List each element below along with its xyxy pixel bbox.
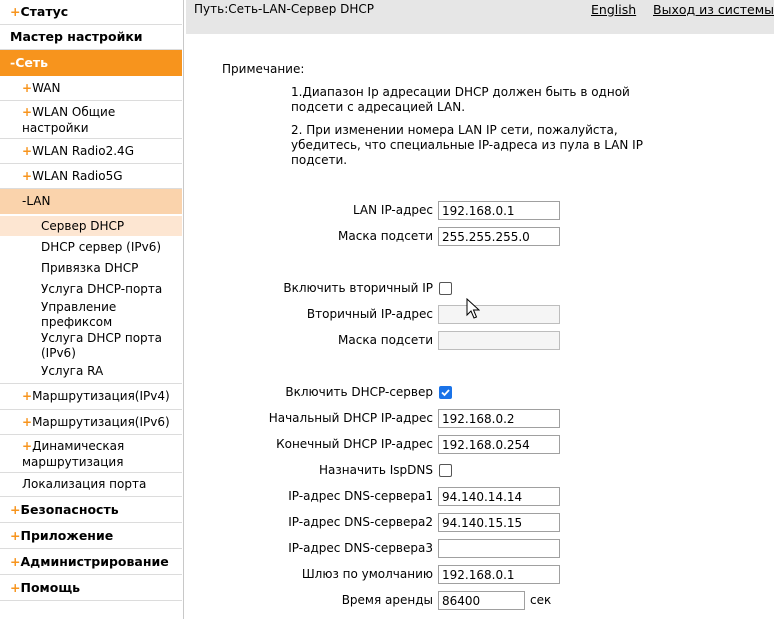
isp-dns-checkbox[interactable]	[439, 464, 452, 477]
lease-input[interactable]	[438, 591, 525, 610]
plus-icon: +	[10, 502, 21, 517]
plus-icon: +	[10, 528, 21, 543]
plus-icon: +	[22, 389, 33, 403]
mask-label: Маска подсети	[338, 229, 433, 243]
dhcp-enable-checkbox[interactable]	[439, 386, 452, 399]
plus-icon: +	[10, 554, 21, 569]
sidebar-item-dhcp-ipv6[interactable]: DHCP сервер (IPv6)	[0, 237, 182, 257]
dns3-label: IP-адрес DNS-сервера3	[288, 541, 433, 555]
sidebar-item-wan[interactable]: +WAN	[0, 76, 182, 101]
isp-dns-label: Назначить IspDNS	[319, 463, 433, 477]
dhcp-enable-label: Включить DHCP-сервер	[285, 385, 433, 399]
sidebar-item-dynamic-routing[interactable]: +Динамическая маршрутизация	[0, 435, 182, 473]
sidebar-menu: +Статус Мастер настройки -Сеть +WAN +WLA…	[0, 0, 184, 619]
mouse-cursor-icon	[466, 298, 480, 319]
secondary-ip-label: Вторичный IP-адрес	[306, 307, 433, 321]
sidebar-item-routing-ipv4[interactable]: +Маршрутизация(IPv4)	[0, 384, 182, 410]
end-ip-input[interactable]	[438, 435, 560, 454]
sidebar-item-port-localization[interactable]: Локализация порта	[0, 473, 182, 497]
sidebar-item-wlan-5[interactable]: +WLAN Radio5G	[0, 164, 182, 189]
sidebar-item-dhcp-binding[interactable]: Привязка DHCP	[0, 258, 182, 278]
mask-input[interactable]	[438, 227, 560, 246]
dns2-input[interactable]	[438, 513, 560, 532]
dns1-label: IP-адрес DNS-сервера1	[288, 489, 433, 503]
secondary-mask-label: Маска подсети	[338, 333, 433, 347]
plus-icon: +	[22, 105, 33, 119]
sidebar-item-status[interactable]: +Статус	[0, 0, 182, 25]
start-ip-label: Начальный DHCP IP-адрес	[268, 411, 433, 425]
sidebar-item-wizard[interactable]: Мастер настройки	[0, 25, 182, 50]
sidebar-item-prefix[interactable]: Управление префиксом	[0, 300, 182, 331]
end-ip-label: Конечный DHCP IP-адрес	[276, 437, 433, 451]
secondary-ip-enable-label: Включить вторичный IP	[283, 281, 433, 295]
note-title: Примечание:	[222, 62, 305, 76]
sidebar-item-dhcp-port-ipv6[interactable]: Услуга DHCP порта (IPv6)	[0, 331, 182, 362]
secondary-ip-input[interactable]	[438, 305, 560, 324]
lease-label: Время аренды	[341, 593, 433, 607]
logout-link[interactable]: Выход из системы	[653, 2, 774, 17]
plus-icon: +	[22, 169, 33, 183]
note-line-1: 1.Диапазон Ip адресации DHCP должен быть…	[291, 85, 630, 114]
header-bar: Путь:Сеть-LAN-Сервер DHCP English Выход …	[186, 0, 774, 34]
plus-icon: +	[22, 415, 33, 429]
gateway-input[interactable]	[438, 565, 560, 584]
sidebar-item-routing-ipv6[interactable]: +Маршрутизация(IPv6)	[0, 410, 182, 435]
plus-icon: +	[22, 81, 33, 95]
lease-unit: сек	[530, 593, 552, 607]
sidebar-item-dhcp-port[interactable]: Услуга DHCP-порта	[0, 279, 182, 299]
sidebar-item-network[interactable]: -Сеть	[0, 50, 182, 76]
breadcrumb: Путь:Сеть-LAN-Сервер DHCP	[194, 2, 375, 16]
plus-icon: +	[10, 4, 21, 19]
sidebar-item-lan[interactable]: -LAN	[0, 189, 182, 214]
gateway-label: Шлюз по умолчанию	[301, 567, 433, 581]
note-line-2: 2. При изменении номера LAN IP сети, пож…	[291, 123, 643, 167]
plus-icon: +	[22, 439, 33, 453]
sidebar-item-security[interactable]: +Безопасность	[0, 497, 182, 523]
sidebar-item-wlan-24[interactable]: +WLAN Radio2.4G	[0, 139, 182, 164]
sidebar-item-application[interactable]: +Приложение	[0, 523, 182, 549]
sidebar-item-help[interactable]: +Помощь	[0, 575, 182, 601]
dns1-input[interactable]	[438, 487, 560, 506]
checkmark-icon	[441, 389, 450, 397]
lan-ip-label: LAN IP-адрес	[352, 203, 433, 217]
sidebar-item-ra[interactable]: Услуга RA	[0, 362, 182, 384]
lan-ip-input[interactable]	[438, 201, 560, 220]
english-link[interactable]: English	[591, 2, 636, 17]
secondary-ip-checkbox[interactable]	[439, 282, 452, 295]
start-ip-input[interactable]	[438, 409, 560, 428]
dns3-input[interactable]	[438, 539, 560, 558]
sidebar-item-administration[interactable]: +Администрирование	[0, 549, 182, 575]
sidebar-item-wlan-general[interactable]: +WLAN Общие настройки	[0, 101, 182, 139]
dns2-label: IP-адрес DNS-сервера2	[288, 515, 433, 529]
secondary-mask-input[interactable]	[438, 331, 560, 350]
plus-icon: +	[22, 144, 33, 158]
sidebar-item-dhcp-server[interactable]: Сервер DHCP	[0, 216, 182, 236]
plus-icon: +	[10, 580, 21, 595]
